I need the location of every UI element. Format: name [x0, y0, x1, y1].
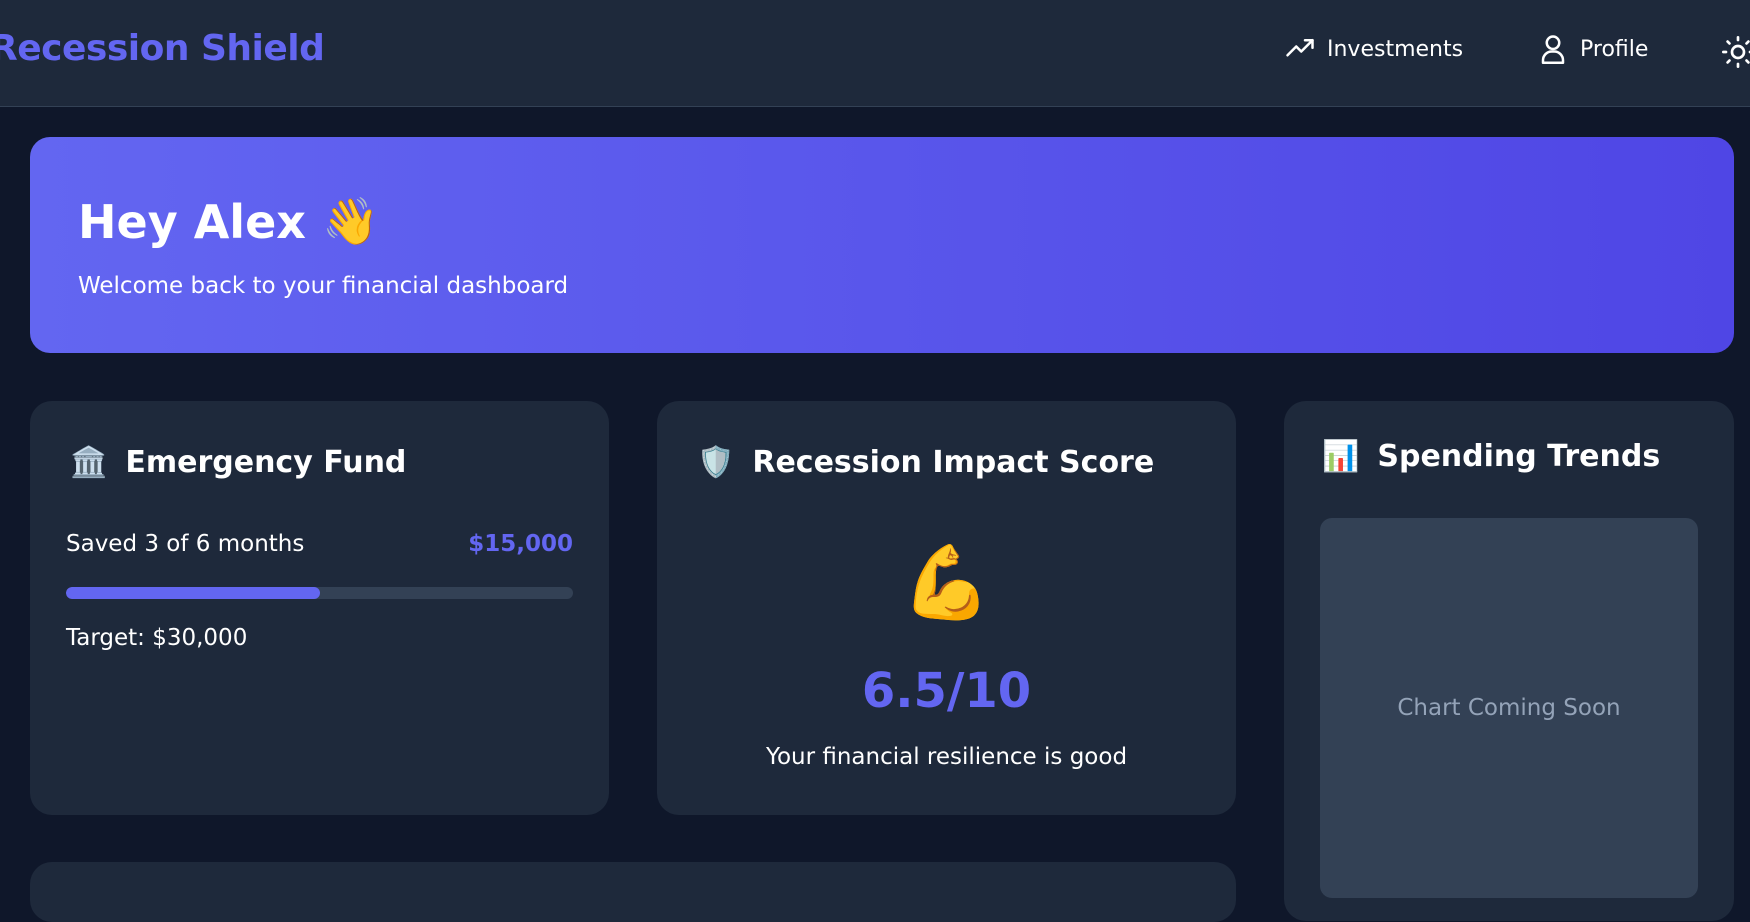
progress-fill	[66, 587, 320, 599]
trending-up-icon	[1286, 39, 1314, 57]
nav-investments[interactable]: Investments	[1285, 34, 1463, 64]
emergency-fund-progress-bar	[66, 587, 573, 599]
impact-score-value: 6.5/10	[861, 663, 1032, 719]
welcome-banner: Hey Alex 👋 Welcome back to your financia…	[30, 137, 1734, 353]
recession-impact-title-text: Recession Impact Score	[752, 445, 1155, 480]
spending-trends-title-text: Spending Trends	[1377, 439, 1661, 474]
theme-toggle-button[interactable]	[1722, 36, 1750, 68]
saved-row: Saved 3 of 6 months $15,000	[66, 531, 573, 557]
target-amount: Target: $30,000	[66, 625, 248, 651]
greeting-text: Hey Alex	[78, 194, 306, 249]
nav-profile[interactable]: Profile	[1538, 34, 1648, 64]
emergency-fund-title: 🏛️ Emergency Fund	[70, 445, 406, 480]
saved-amount: $15,000	[468, 531, 573, 557]
recession-impact-card: 🛡️ Recession Impact Score 💪 6.5/10 Your …	[657, 401, 1236, 815]
emergency-fund-title-text: Emergency Fund	[125, 445, 407, 480]
bank-icon: 🏛️	[70, 444, 108, 480]
top-header: Recession Shield Investments Profile	[0, 0, 1750, 107]
spending-trends-card: 📊 Spending Trends Chart Coming Soon	[1284, 401, 1734, 921]
recession-impact-title: 🛡️ Recession Impact Score	[697, 445, 1154, 480]
chart-placeholder: Chart Coming Soon	[1320, 518, 1698, 898]
bar-chart-icon: 📊	[1322, 438, 1360, 474]
chart-placeholder-text: Chart Coming Soon	[1397, 695, 1621, 721]
sun-icon	[1722, 36, 1750, 68]
impact-description: Your financial resilience is good	[765, 744, 1128, 770]
welcome-subtitle: Welcome back to your financial dashboard	[78, 273, 569, 299]
nav-investments-label: Investments	[1327, 36, 1464, 62]
nav-profile-label: Profile	[1580, 36, 1649, 62]
saved-months-text: Saved 3 of 6 months	[66, 531, 305, 557]
user-icon	[1541, 35, 1565, 64]
flexed-biceps-icon: 💪	[901, 540, 992, 624]
emergency-fund-card: 🏛️ Emergency Fund Saved 3 of 6 months $1…	[30, 401, 609, 815]
bottom-card	[30, 862, 1236, 922]
greeting-heading: Hey Alex 👋	[78, 194, 379, 249]
shield-icon: 🛡️	[697, 444, 735, 480]
spending-trends-title: 📊 Spending Trends	[1322, 439, 1660, 474]
brand-logo[interactable]: Recession Shield	[0, 28, 325, 69]
waving-hand-icon: 👋	[321, 194, 380, 248]
